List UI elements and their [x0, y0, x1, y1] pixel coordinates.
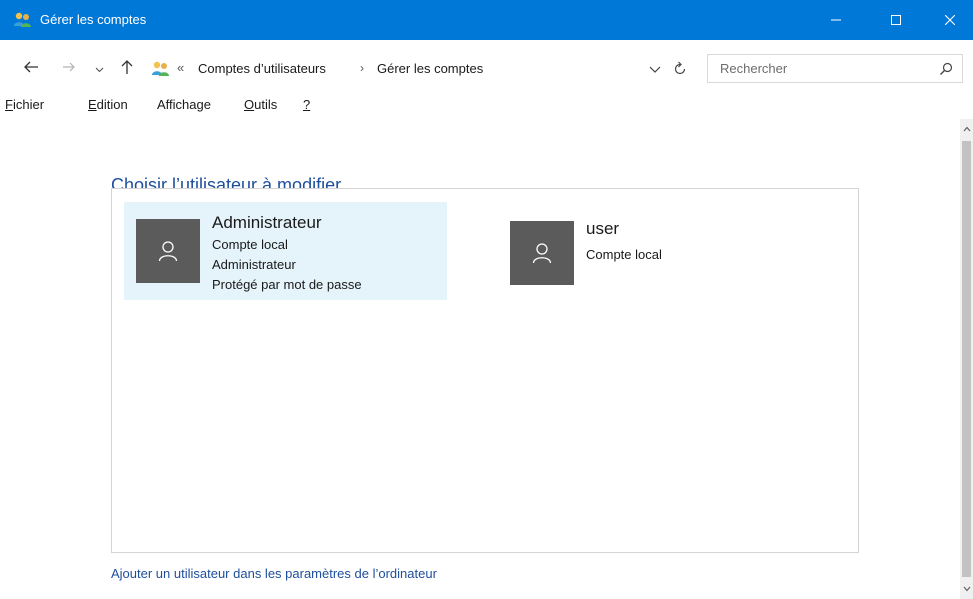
scroll-thumb[interactable] — [962, 141, 971, 577]
search-box — [707, 54, 963, 83]
search-icon — [940, 62, 953, 75]
address-field[interactable]: « Comptes d’utilisateurs › Gérer les com… — [143, 54, 701, 83]
account-tile-user[interactable]: user Compte local — [502, 209, 802, 289]
minimize-button[interactable] — [813, 0, 859, 40]
chevron-down-icon — [649, 66, 661, 73]
account-type: Compte local — [212, 237, 288, 252]
search-button[interactable] — [938, 61, 954, 77]
refresh-button[interactable] — [671, 60, 689, 78]
window-title: Gérer les comptes — [40, 12, 147, 27]
arrow-right-icon — [62, 61, 76, 76]
minimize-icon — [831, 13, 841, 28]
breadcrumb-gerer-comptes[interactable]: Gérer les comptes — [377, 61, 483, 76]
chevron-down-icon — [95, 61, 104, 76]
menu-bar: Fichier Edition Affichage Outils ? — [0, 95, 973, 119]
forward-button[interactable] — [59, 58, 79, 78]
arrow-left-icon — [23, 60, 39, 77]
title-bar: Gérer les comptes — [0, 0, 973, 40]
account-password-status: Protégé par mot de passe — [212, 277, 362, 292]
menu-outils-label: utils — [254, 97, 278, 112]
arrow-up-icon — [120, 59, 134, 78]
navigation-bar: « Comptes d’utilisateurs › Gérer les com… — [0, 40, 973, 95]
breadcrumb-overflow[interactable]: « — [177, 60, 184, 75]
users-icon — [150, 60, 172, 78]
breadcrumb-separator[interactable]: › — [360, 61, 364, 75]
back-button[interactable] — [20, 58, 42, 78]
maximize-icon — [891, 13, 901, 28]
account-role: Administrateur — [212, 257, 296, 272]
add-user-link[interactable]: Ajouter un utilisateur dans les paramètr… — [111, 566, 437, 581]
menu-fichier[interactable]: Fichier — [4, 97, 45, 112]
menu-affichage[interactable]: Affichage — [156, 97, 212, 112]
refresh-icon — [674, 61, 686, 75]
scroll-down-button[interactable] — [960, 579, 973, 599]
avatar — [510, 221, 574, 285]
user-avatar-icon — [158, 241, 178, 262]
menu-affichage-label: e — [203, 97, 211, 112]
chevron-down-icon — [963, 586, 970, 592]
menu-fichier-label: ichier — [12, 97, 45, 112]
address-dropdown-button[interactable] — [647, 61, 663, 77]
vertical-scrollbar[interactable] — [960, 119, 973, 599]
close-icon — [944, 13, 956, 28]
accounts-list: Administrateur Compte local Administrate… — [111, 188, 859, 553]
maximize-button[interactable] — [873, 0, 919, 40]
menu-edition-accel: E — [88, 97, 97, 112]
menu-fichier-accel: F — [5, 97, 13, 112]
scroll-up-button[interactable] — [960, 119, 973, 139]
chevron-up-icon — [963, 126, 970, 132]
menu-help[interactable]: ? — [302, 97, 311, 112]
menu-help-accel: ? — [303, 97, 311, 112]
menu-edition-label: dition — [96, 97, 128, 112]
account-tile-administrateur[interactable]: Administrateur Compte local Administrate… — [124, 202, 447, 300]
users-icon — [13, 11, 33, 29]
account-type: Compte local — [586, 247, 662, 262]
account-name: user — [586, 219, 620, 238]
account-name: Administrateur — [212, 213, 322, 232]
menu-outils-accel: O — [244, 97, 255, 112]
breadcrumb-comptes-utilisateurs[interactable]: Comptes d’utilisateurs — [198, 61, 326, 76]
close-button[interactable] — [927, 0, 973, 40]
menu-affichage-accel: g — [196, 97, 204, 112]
menu-outils[interactable]: Outils — [243, 97, 278, 112]
menu-edition[interactable]: Edition — [87, 97, 129, 112]
up-button[interactable] — [117, 57, 137, 79]
recent-locations-button[interactable] — [92, 58, 106, 78]
search-input[interactable] — [708, 55, 928, 82]
menu-affichage-prefix: Afficha — [157, 97, 197, 112]
user-avatar-icon — [532, 243, 552, 264]
avatar — [136, 219, 200, 283]
